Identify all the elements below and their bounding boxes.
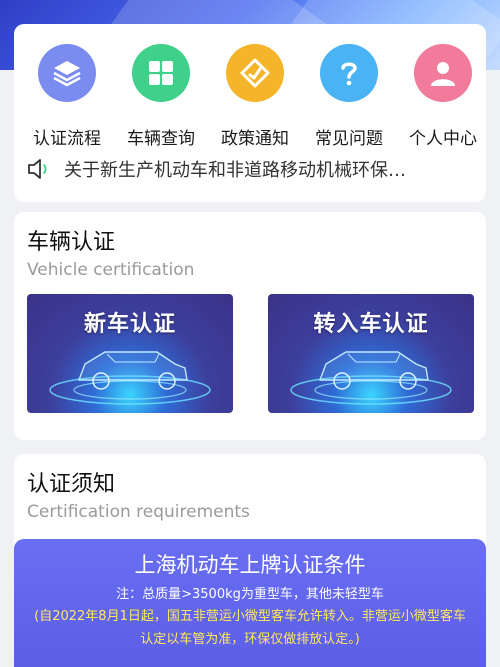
nav-label: 车辆查询 [127, 129, 195, 149]
nav-label: 政策通知 [221, 129, 289, 149]
question-icon [320, 44, 378, 102]
quick-nav-row: 认证流程 车辆查询 政策通知 常见问题 个人中心 [14, 44, 486, 154]
section-subtitle: Certification requirements [27, 502, 250, 522]
diamond-icon [226, 44, 284, 102]
speaker-icon [28, 159, 47, 179]
requirements-banner[interactable]: 上海机动车上牌认证条件 注：总质量>3500kg为重型车，其他未轻型车 (自20… [14, 539, 486, 667]
quick-nav-card: 认证流程 车辆查询 政策通知 常见问题 个人中心 关于新生产机动车和非道路移动机… [14, 24, 486, 202]
banner-title: 上海机动车上牌认证条件 [134, 553, 366, 577]
section-title: 认证须知 [27, 472, 116, 497]
layers-icon [38, 44, 96, 102]
vehicle-certification-card: 车辆认证 Vehicle certification 新车认证 转入车认证 [14, 212, 486, 440]
section-subtitle: Vehicle certification [27, 260, 195, 280]
nav-item-faq[interactable]: 常见问题 [302, 44, 396, 154]
banner-policy: (自2022年8月1日起，国五非营运小微型客车允许转入。非营运小微型客车认定以车… [34, 609, 466, 647]
tile-label: 转入车认证 [313, 312, 429, 337]
nav-item-personal-center[interactable]: 个人中心 [396, 44, 490, 154]
nav-label: 常见问题 [315, 129, 383, 149]
new-car-certification-tile[interactable]: 新车认证 [27, 294, 233, 413]
nav-label: 个人中心 [409, 129, 477, 149]
banner-note: 注：总质量>3500kg为重型车，其他未轻型车 [116, 587, 384, 602]
grid-icon [132, 44, 190, 102]
person-icon [414, 44, 472, 102]
transfer-car-certification-tile[interactable]: 转入车认证 [268, 294, 474, 413]
nav-item-policy-notice[interactable]: 政策通知 [208, 44, 302, 154]
nav-item-certification-process[interactable]: 认证流程 [20, 44, 114, 154]
tile-label: 新车认证 [83, 312, 176, 337]
notice-text: 关于新生产机动车和非道路移动机械环保… [64, 160, 406, 181]
nav-label: 认证流程 [33, 129, 101, 149]
nav-item-vehicle-query[interactable]: 车辆查询 [114, 44, 208, 154]
notice-bar[interactable]: 关于新生产机动车和非道路移动机械环保… [26, 152, 474, 186]
section-title: 车辆认证 [27, 230, 116, 255]
